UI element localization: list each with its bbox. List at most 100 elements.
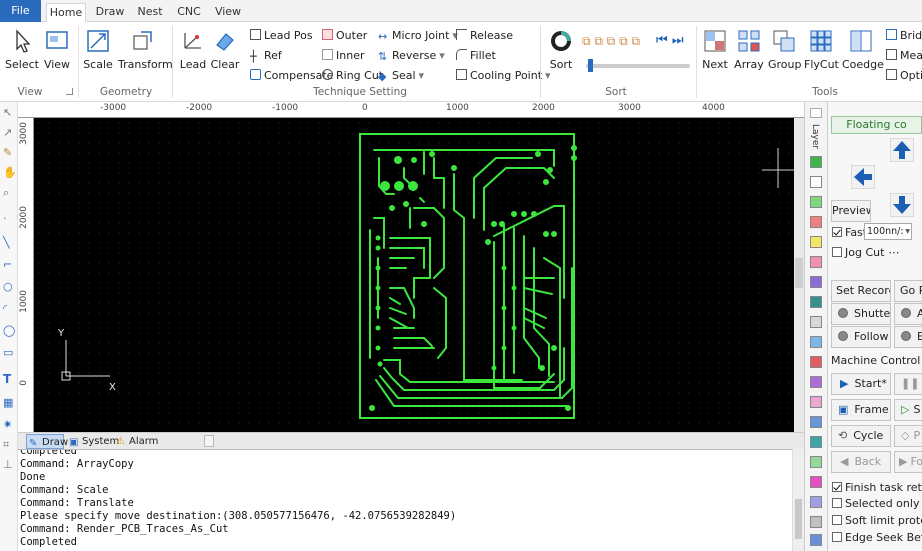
select-button[interactable]: Select [4, 28, 40, 71]
tab-system[interactable]: ▣ System [67, 434, 119, 449]
line-tool-icon[interactable]: ╲ [3, 236, 15, 249]
star-tool-icon[interactable]: ✷ [3, 418, 15, 431]
layer-swatch[interactable] [810, 416, 822, 428]
release-button[interactable]: Release [456, 29, 513, 42]
tab-draw[interactable]: Draw [92, 3, 128, 22]
follow-button[interactable]: Follow [831, 326, 891, 348]
seal-button[interactable]: ◆ Seal ▾ [378, 69, 425, 83]
back-button[interactable]: ◀ Back [831, 451, 891, 473]
align-tool-icon[interactable]: ⊥ [3, 458, 15, 471]
scrollbar-thumb[interactable] [795, 499, 802, 539]
ellipse-tool-icon[interactable]: ◯ [3, 324, 15, 337]
node-edit-icon[interactable]: ↗ [3, 126, 15, 139]
fillet-button[interactable]: Fillet [456, 49, 496, 62]
sort-order-icons[interactable]: ⧉ ⧉ ⧉ ⧉ ⧉ [582, 34, 640, 49]
frame-button[interactable]: ▣ Frame [831, 399, 891, 421]
cycle-button[interactable]: ⟲ Cycle [831, 425, 891, 447]
console-scrollbar[interactable] [792, 449, 804, 551]
circle-tool-icon[interactable]: ○ [3, 280, 15, 293]
e-button[interactable]: E [894, 326, 922, 348]
layer-swatch[interactable] [810, 336, 822, 348]
view-button[interactable]: View [42, 28, 72, 71]
ref-button[interactable]: ┼ Ref [250, 49, 282, 63]
layer-swatch[interactable] [810, 316, 822, 328]
shutter-button[interactable]: Shutter [831, 303, 891, 325]
tab-draw-view[interactable]: ✎ Draw [26, 434, 68, 449]
tab-view[interactable]: View [212, 3, 244, 22]
preview-button[interactable]: Preview [831, 200, 871, 222]
layer-swatch[interactable] [810, 256, 822, 268]
layer-swatch[interactable] [810, 296, 822, 308]
tab-alarm[interactable]: ⚠ Alarm [114, 434, 158, 449]
tab-home[interactable]: Home [46, 3, 86, 23]
next-button[interactable]: Next [700, 28, 730, 71]
edge-seek-checkbox[interactable]: Edge Seek Before [832, 531, 922, 544]
scroll-left-icon[interactable] [204, 435, 214, 447]
reverse-button[interactable]: ⇅ Reverse ▾ [378, 49, 445, 63]
layer-swatch[interactable] [810, 476, 822, 488]
scrollbar-thumb[interactable] [795, 258, 803, 288]
more-options-icon[interactable]: ⋯ [888, 246, 899, 259]
fast-checkbox[interactable]: Fast [832, 226, 867, 239]
layer-swatch[interactable] [810, 156, 822, 168]
layer-swatch[interactable] [810, 376, 822, 388]
rectangle-tool-icon[interactable]: ▭ [3, 346, 15, 359]
forward-button[interactable]: ▶ Fo [894, 451, 922, 473]
tab-file[interactable]: File [0, 0, 41, 22]
ring-cut-button[interactable]: Ring Cut [322, 69, 383, 82]
speed-select[interactable]: 100nn/: ▾ [864, 223, 912, 240]
start-button[interactable]: ▶ Start* [831, 373, 891, 395]
layer-swatch[interactable] [810, 236, 822, 248]
inner-button[interactable]: Inner [322, 49, 364, 62]
polyline-tool-icon[interactable]: ⌐ [3, 258, 15, 271]
layer-swatch[interactable] [810, 436, 822, 448]
group-button[interactable]: Group [768, 28, 802, 71]
edit-icon[interactable]: ✎ [3, 146, 15, 159]
a-button[interactable]: A [894, 303, 922, 325]
arc-tool-icon[interactable]: ◜ [3, 302, 15, 315]
measure-button[interactable]: Meas [886, 49, 922, 62]
pan-icon[interactable]: ✋ [3, 166, 17, 179]
zoom-icon[interactable]: ⌕ [3, 186, 15, 199]
clear-button[interactable]: Clear [210, 28, 240, 71]
set-record-button[interactable]: Set Record [831, 280, 891, 302]
layer-swatch[interactable] [810, 356, 822, 368]
transform-button[interactable]: Transform [118, 28, 173, 71]
layer-swatch[interactable] [810, 516, 822, 528]
layer-header-icon[interactable] [810, 108, 822, 118]
layer-swatch[interactable] [810, 276, 822, 288]
dot-tool-icon[interactable]: · [3, 212, 15, 225]
text-tool-icon[interactable]: T [3, 372, 15, 386]
arrow-down-icon[interactable] [890, 193, 914, 217]
dropdown-arrow-icon[interactable]: ▾ [419, 69, 425, 82]
array-button[interactable]: Array [734, 28, 764, 71]
tab-nest[interactable]: Nest [134, 3, 166, 22]
bridge-button[interactable]: Bridg [886, 29, 922, 42]
layer-swatch[interactable] [810, 396, 822, 408]
command-console[interactable]: Completed Command: ArrayCopy Done Comman… [18, 449, 792, 551]
p-button[interactable]: ◇ P [894, 425, 922, 447]
s-button[interactable]: ▷ S [894, 399, 922, 421]
cooling-point-button[interactable]: Cooling Point ▾ [456, 69, 551, 82]
dialog-launcher-icon[interactable] [66, 88, 73, 95]
layer-swatch[interactable] [810, 176, 822, 188]
outer-button[interactable]: Outer [322, 29, 367, 42]
sort-slider[interactable] [586, 59, 690, 72]
dropdown-arrow-icon[interactable]: ▾ [439, 49, 445, 62]
canvas-vertical-scrollbar[interactable] [794, 118, 804, 432]
lead-pos-button[interactable]: Lead Pos [250, 29, 313, 42]
scale-button[interactable]: Scale [82, 28, 114, 71]
finish-task-checkbox[interactable]: Finish task return t [832, 481, 922, 494]
flycut-button[interactable]: FlyCut [804, 28, 839, 71]
pause-button[interactable]: ❚❚P [894, 373, 922, 395]
image-tool-icon[interactable]: ▦ [3, 396, 15, 409]
measure-tool-icon[interactable]: ⌗ [3, 438, 15, 451]
tab-cnc[interactable]: CNC [174, 3, 204, 22]
jog-cut-checkbox[interactable]: Jog Cut ⋯ [832, 246, 899, 259]
layer-swatch[interactable] [810, 456, 822, 468]
micro-joint-button[interactable]: ↔ Micro Joint ▾ [378, 29, 458, 43]
sort-nav-arrows-icon[interactable]: ⏮ ⏭ [656, 33, 684, 48]
layer-swatch[interactable] [810, 216, 822, 228]
lead-button[interactable]: Lead [178, 28, 208, 71]
compensate-button[interactable]: Compensate [250, 69, 333, 82]
